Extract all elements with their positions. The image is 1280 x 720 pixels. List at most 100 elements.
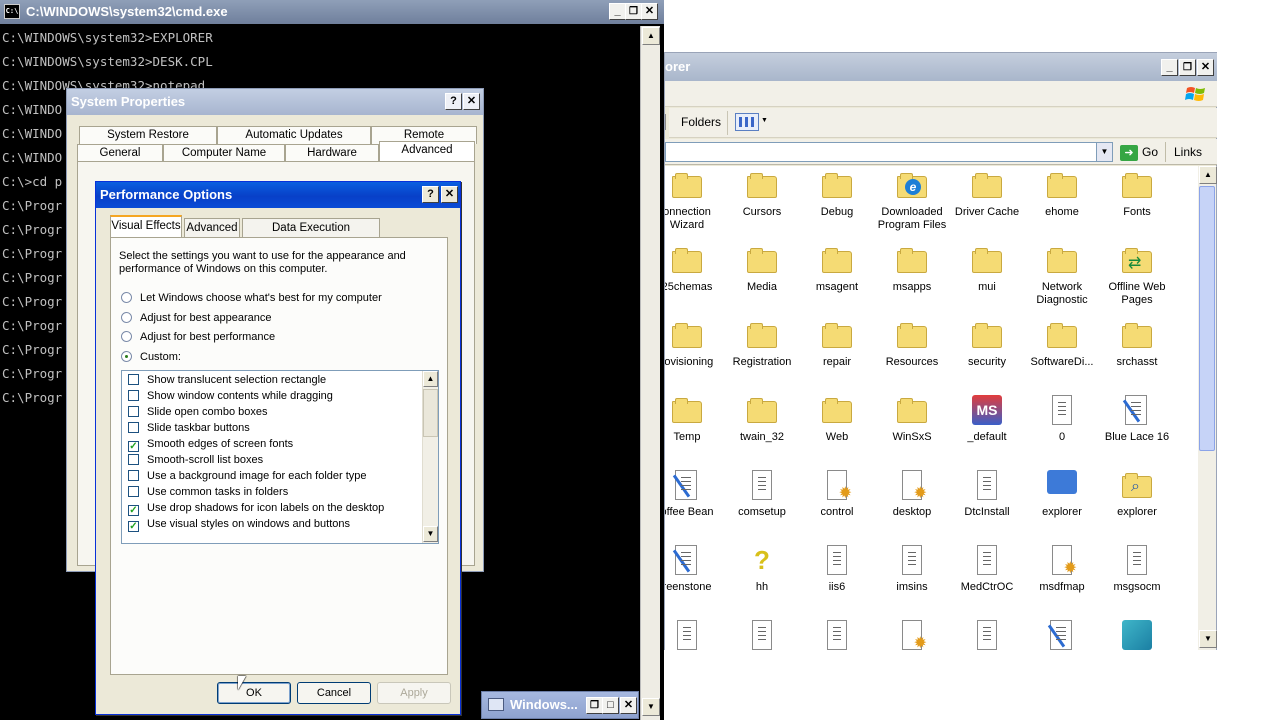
explorer-close-button[interactable]: ✕	[1197, 59, 1214, 76]
file-item[interactable]: Cursors	[724, 170, 800, 245]
effect-option[interactable]: Show window contents while dragging	[128, 388, 333, 404]
radio-let-windows-choose-icon[interactable]	[121, 292, 132, 303]
file-item[interactable]: ehome	[1024, 170, 1100, 245]
file-item[interactable]: Resources	[874, 320, 950, 395]
file-item[interactable]: Registration	[724, 320, 800, 395]
radio-best-performance-icon[interactable]	[121, 331, 132, 342]
effect-option[interactable]: ✓ Use drop shadows for icon labels on the…	[128, 500, 384, 516]
file-item[interactable]: Blue Lace 16	[1099, 395, 1175, 470]
cmd-title-bar[interactable]: C:\ C:\WINDOWS\system32\cmd.exe _ ❐ ✕	[0, 0, 664, 24]
file-item[interactable]: ⌕ explorer	[1099, 470, 1175, 545]
system-properties-close-button[interactable]: ✕	[463, 93, 480, 110]
file-item[interactable]: reenstone	[665, 545, 725, 620]
checkbox-unchecked-icon[interactable]	[128, 422, 139, 433]
file-item[interactable]: msapps	[874, 245, 950, 320]
file-item[interactable]: Driver Cache	[949, 170, 1025, 245]
file-item[interactable]	[665, 620, 725, 650]
file-item[interactable]: ? hh	[724, 545, 800, 620]
file-item[interactable]: Fonts	[1099, 170, 1175, 245]
folders-button[interactable]: Folders	[681, 114, 721, 130]
explorer-scroll-thumb[interactable]	[1199, 186, 1215, 451]
effect-option[interactable]: ✓ Smooth edges of screen fonts	[128, 436, 293, 452]
checkbox-unchecked-icon[interactable]	[128, 374, 139, 385]
effects-scroll-thumb[interactable]	[423, 389, 438, 437]
file-item[interactable]: Media	[724, 245, 800, 320]
explorer-scroll-down-icon[interactable]: ▼	[1199, 630, 1217, 648]
system-properties-help-button[interactable]: ?	[445, 93, 462, 110]
file-item[interactable]: security	[949, 320, 1025, 395]
ok-button[interactable]: OK	[217, 682, 291, 704]
tab-system-restore[interactable]: System Restore	[79, 126, 217, 144]
file-item[interactable]: ⇄ Offline Web Pages	[1099, 245, 1175, 320]
checkbox-checked-icon[interactable]: ✓	[128, 505, 139, 516]
file-item[interactable]: repair	[799, 320, 875, 395]
file-item[interactable]: Web	[799, 395, 875, 470]
tab-data-execution-prevention[interactable]: Data Execution Prevention	[242, 218, 380, 253]
checkbox-unchecked-icon[interactable]	[128, 406, 139, 417]
file-item[interactable]: 25chemas	[665, 245, 725, 320]
file-item[interactable]: imsins	[874, 545, 950, 620]
tab-hardware[interactable]: Hardware	[285, 144, 379, 162]
cmd-scrollbar[interactable]: ▲ ▼	[640, 26, 660, 720]
effect-option[interactable]: Show translucent selection rectangle	[128, 372, 326, 388]
checkbox-unchecked-icon[interactable]	[128, 486, 139, 497]
go-button[interactable]: ➜ Go	[1120, 142, 1158, 162]
file-item[interactable]: msgsocm	[1099, 545, 1175, 620]
help-button[interactable]: ?	[422, 186, 439, 203]
cmd-restore-button[interactable]: ❐	[625, 3, 642, 20]
file-item[interactable]: MedCtrOC	[949, 545, 1025, 620]
tab-advanced-perf[interactable]: Advanced	[184, 218, 240, 238]
radio-best-appearance[interactable]: Adjust for best appearance	[121, 310, 271, 326]
file-item[interactable]: e Downloaded Program Files	[874, 170, 950, 245]
cmd-scroll-down-icon[interactable]: ▼	[642, 698, 660, 716]
radio-best-appearance-icon[interactable]	[121, 312, 132, 323]
performance-options-dialog[interactable]: Performance Options ? ✕ Visual Effects A…	[95, 181, 461, 715]
file-item[interactable]: iis6	[799, 545, 875, 620]
file-item[interactable]: twain_32	[724, 395, 800, 470]
checkbox-unchecked-icon[interactable]	[128, 470, 139, 481]
file-item[interactable]: DtcInstall	[949, 470, 1025, 545]
checkbox-checked-icon[interactable]: ✓	[128, 521, 139, 532]
file-item[interactable]: WinSxS	[874, 395, 950, 470]
minimized-window[interactable]: Windows... ❐ □ ✕	[481, 691, 639, 719]
effects-scroll-up-icon[interactable]: ▲	[423, 371, 438, 387]
file-item[interactable]	[949, 620, 1025, 650]
file-item[interactable]: MS _default	[949, 395, 1025, 470]
file-item[interactable]: desktop	[874, 470, 950, 545]
file-item[interactable]: mui	[949, 245, 1025, 320]
file-item[interactable]: onnection Wizard	[665, 170, 725, 245]
cmd-system-icon[interactable]: C:\	[4, 4, 20, 19]
file-item[interactable]	[799, 620, 875, 650]
explorer-scroll-up-icon[interactable]: ▲	[1199, 166, 1217, 184]
system-properties-title-bar[interactable]: System Properties ? ✕	[67, 89, 483, 115]
effect-option[interactable]: Use common tasks in folders	[128, 484, 288, 500]
minimized-close-button[interactable]: ✕	[620, 697, 637, 714]
radio-let-windows-choose[interactable]: Let Windows choose what's best for my co…	[121, 290, 382, 306]
visual-effects-list[interactable]: ▲ ▼ Show translucent selection rectangle…	[121, 370, 439, 544]
explorer-restore-button[interactable]: ❐	[1179, 59, 1196, 76]
file-item[interactable]: Debug	[799, 170, 875, 245]
file-item[interactable]: Network Diagnostic	[1024, 245, 1100, 320]
tab-automatic-updates[interactable]: Automatic Updates	[217, 126, 371, 144]
file-item[interactable]: explorer	[1024, 470, 1100, 545]
effect-option[interactable]: ✓ Use visual styles on windows and button…	[128, 516, 350, 532]
close-button[interactable]: ✕	[441, 186, 458, 203]
file-item[interactable]: srchasst	[1099, 320, 1175, 395]
tab-visual-effects[interactable]: Visual Effects	[110, 215, 182, 237]
apply-button[interactable]: Apply	[377, 682, 451, 704]
file-item[interactable]	[724, 620, 800, 650]
performance-options-title-bar[interactable]: Performance Options ? ✕	[96, 182, 460, 208]
file-item[interactable]: rovisioning	[665, 320, 725, 395]
checkbox-unchecked-icon[interactable]	[128, 454, 139, 465]
file-item[interactable]: SoftwareDi...	[1024, 320, 1100, 395]
cmd-scroll-up-icon[interactable]: ▲	[642, 27, 660, 45]
address-input[interactable]: ▼	[665, 142, 1113, 162]
cmd-close-button[interactable]: ✕	[641, 3, 658, 20]
file-item[interactable]: Temp	[665, 395, 725, 470]
tab-computer-name[interactable]: Computer Name	[163, 144, 285, 162]
address-dropdown-icon[interactable]: ▼	[1096, 143, 1112, 161]
effect-option[interactable]: Slide open combo boxes	[128, 404, 267, 420]
file-view[interactable]: onnection Wizard Cursors Debug e Downloaded …	[665, 166, 1198, 650]
minimized-maximize-button[interactable]: □	[602, 697, 619, 714]
explorer-window[interactable]: orer _ ❐ ✕ Folders ▼ ▼ ➜ Go Links onnecti…	[664, 52, 1217, 650]
